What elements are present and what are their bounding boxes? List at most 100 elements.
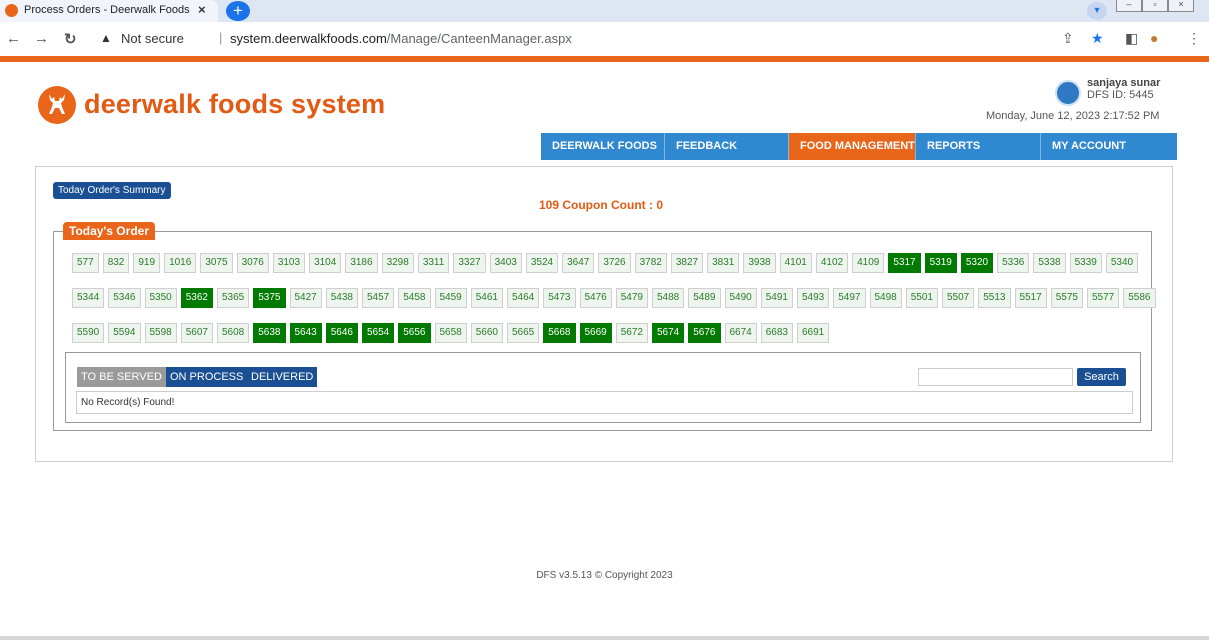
order-chip[interactable]: 5676 bbox=[688, 323, 721, 343]
order-chip[interactable]: 1016 bbox=[164, 253, 197, 273]
today-order-summary-button[interactable]: Today Order's Summary bbox=[53, 182, 171, 199]
order-chip[interactable]: 5669 bbox=[579, 323, 612, 343]
tab-close-icon[interactable]: × bbox=[198, 2, 206, 17]
reload-icon[interactable]: ↻ bbox=[64, 30, 77, 48]
order-chip[interactable]: 5489 bbox=[688, 288, 721, 308]
order-chip[interactable]: 5458 bbox=[398, 288, 431, 308]
order-chip[interactable]: 5654 bbox=[362, 323, 395, 343]
order-chip[interactable]: 5498 bbox=[869, 288, 902, 308]
order-chip[interactable]: 3726 bbox=[598, 253, 631, 273]
order-chip[interactable]: 5507 bbox=[942, 288, 975, 308]
order-chip[interactable]: 5317 bbox=[888, 253, 921, 273]
order-chip[interactable]: 5575 bbox=[1050, 288, 1083, 308]
close-window-icon[interactable]: × bbox=[1168, 0, 1194, 12]
order-chip[interactable]: 3311 bbox=[417, 253, 450, 273]
order-chip[interactable]: 5643 bbox=[289, 323, 322, 343]
order-chip[interactable]: 5658 bbox=[434, 323, 467, 343]
order-chip[interactable]: 5459 bbox=[434, 288, 467, 308]
order-chip[interactable]: 5365 bbox=[217, 288, 250, 308]
order-chip[interactable]: 5497 bbox=[833, 288, 866, 308]
order-chip[interactable]: 5646 bbox=[325, 323, 358, 343]
order-chip[interactable]: 5607 bbox=[180, 323, 213, 343]
order-chip[interactable]: 5674 bbox=[652, 323, 685, 343]
order-chip[interactable]: 6674 bbox=[724, 323, 757, 343]
nav-feedback[interactable]: FEEDBACK bbox=[665, 133, 789, 160]
order-chip[interactable]: 5476 bbox=[579, 288, 612, 308]
order-chip[interactable]: 919 bbox=[133, 253, 161, 273]
order-chip[interactable]: 5336 bbox=[997, 253, 1030, 273]
order-chip[interactable]: 3327 bbox=[453, 253, 486, 273]
order-chip[interactable]: 5362 bbox=[180, 288, 213, 308]
warning-icon[interactable]: ▲ bbox=[100, 31, 112, 45]
order-chip[interactable]: 5490 bbox=[724, 288, 757, 308]
order-chip[interactable]: 5638 bbox=[253, 323, 286, 343]
order-chip[interactable]: 5320 bbox=[960, 253, 994, 273]
nav-my-account[interactable]: MY ACCOUNT bbox=[1041, 133, 1177, 160]
order-chip[interactable]: 3938 bbox=[743, 253, 776, 273]
order-chip[interactable]: 5513 bbox=[978, 288, 1011, 308]
nav-reports[interactable]: REPORTS bbox=[916, 133, 1041, 160]
order-chip[interactable]: 5338 bbox=[1033, 253, 1066, 273]
minimize-icon[interactable]: – bbox=[1116, 0, 1142, 12]
order-chip[interactable]: 3298 bbox=[381, 253, 414, 273]
order-chip[interactable]: 5660 bbox=[470, 323, 503, 343]
bookmark-star-icon[interactable]: ★ bbox=[1091, 30, 1104, 47]
nav-food-management[interactable]: FOOD MANAGEMENT bbox=[789, 133, 916, 160]
order-chip[interactable]: 5493 bbox=[797, 288, 830, 308]
order-chip[interactable]: 5491 bbox=[760, 288, 793, 308]
maximize-icon[interactable]: ▫ bbox=[1142, 0, 1168, 12]
url-omnibox[interactable]: ▲ Not secure | system.deerwalkfoods.com/… bbox=[88, 26, 1098, 52]
order-chip[interactable]: 4102 bbox=[815, 253, 849, 273]
order-chip[interactable]: 5577 bbox=[1087, 288, 1120, 308]
order-chip[interactable]: 3076 bbox=[236, 253, 269, 273]
menu-kebab-icon[interactable]: ⋮ bbox=[1187, 30, 1201, 47]
nav-deerwalk-foods[interactable]: DEERWALK FOODS bbox=[541, 133, 665, 160]
tab-to-be-served[interactable]: TO BE SERVED bbox=[77, 367, 166, 387]
order-chip[interactable]: 3647 bbox=[562, 253, 595, 273]
order-chip[interactable]: 5375 bbox=[253, 288, 286, 308]
tab-search-icon[interactable]: ▾ bbox=[1087, 2, 1107, 20]
order-chip[interactable]: 3782 bbox=[634, 253, 667, 273]
order-chip[interactable]: 5346 bbox=[108, 288, 141, 308]
order-chip[interactable]: 5319 bbox=[924, 253, 957, 273]
browser-tab[interactable]: Process Orders - Deerwalk Foods × bbox=[0, 0, 218, 22]
order-chip[interactable]: 5517 bbox=[1014, 288, 1047, 308]
order-chip[interactable]: 5427 bbox=[289, 288, 322, 308]
forward-icon[interactable]: → bbox=[34, 30, 49, 47]
share-icon[interactable]: ⇪ bbox=[1062, 30, 1074, 47]
order-chip[interactable]: 5339 bbox=[1069, 253, 1102, 273]
order-chip[interactable]: 5501 bbox=[905, 288, 938, 308]
order-search-input[interactable] bbox=[918, 368, 1073, 386]
order-chip[interactable]: 5598 bbox=[144, 323, 177, 343]
order-chip[interactable]: 6691 bbox=[797, 323, 830, 343]
order-chip[interactable]: 5488 bbox=[652, 288, 685, 308]
order-chip[interactable]: 5464 bbox=[507, 288, 540, 308]
order-chip[interactable]: 5479 bbox=[615, 288, 648, 308]
order-chip[interactable]: 5350 bbox=[144, 288, 177, 308]
order-chip[interactable]: 5608 bbox=[217, 323, 250, 343]
order-chip[interactable]: 577 bbox=[72, 253, 99, 273]
order-chip[interactable]: 5340 bbox=[1105, 253, 1139, 273]
back-icon[interactable]: ← bbox=[6, 30, 21, 47]
order-chip[interactable]: 5594 bbox=[108, 323, 141, 343]
order-chip[interactable]: 5672 bbox=[615, 323, 648, 343]
order-chip[interactable]: 4101 bbox=[779, 253, 812, 273]
order-chip[interactable]: 5461 bbox=[470, 288, 503, 308]
order-chip[interactable]: 3075 bbox=[200, 253, 233, 273]
order-chip[interactable]: 5590 bbox=[72, 323, 105, 343]
order-chip[interactable]: 5457 bbox=[362, 288, 395, 308]
tab-delivered[interactable]: DELIVERED bbox=[247, 367, 318, 387]
site-logo-text[interactable]: deerwalk foods system bbox=[84, 89, 385, 120]
order-chip[interactable]: 4109 bbox=[852, 253, 885, 273]
order-chip[interactable]: 3524 bbox=[525, 253, 559, 273]
order-chip[interactable]: 3831 bbox=[707, 253, 740, 273]
order-chip[interactable]: 5473 bbox=[543, 288, 576, 308]
sidepanel-icon[interactable]: ◧ bbox=[1125, 30, 1138, 47]
profile-avatar-icon[interactable]: ● bbox=[1150, 30, 1158, 46]
order-chip[interactable]: 832 bbox=[102, 253, 130, 273]
order-chip[interactable]: 5656 bbox=[398, 323, 431, 343]
new-tab-button[interactable]: + bbox=[226, 1, 250, 21]
tab-on-process[interactable]: ON PROCESS bbox=[166, 367, 248, 387]
url-text[interactable]: system.deerwalkfoods.com/Manage/CanteenM… bbox=[230, 31, 572, 46]
order-chip[interactable]: 5344 bbox=[72, 288, 105, 308]
